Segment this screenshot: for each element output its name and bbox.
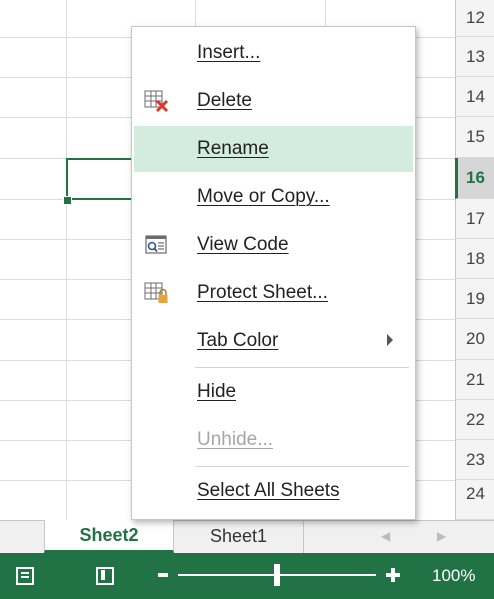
row-header[interactable]: 23 — [455, 440, 494, 480]
zoom-slider-thumb[interactable] — [274, 564, 280, 586]
menu-separator — [195, 466, 409, 467]
delete-sheet-icon — [144, 89, 170, 113]
zoom-in-icon-vertical[interactable] — [391, 568, 395, 582]
menu-item-label: Select All Sheets — [197, 480, 340, 501]
row-header-active[interactable]: 16 — [455, 158, 494, 199]
row-header[interactable]: 15 — [455, 117, 494, 158]
row-header[interactable]: 20 — [455, 319, 494, 360]
row-header[interactable]: 18 — [455, 239, 494, 279]
scroll-left-icon[interactable]: ◀ — [381, 529, 390, 543]
scroll-right-icon[interactable]: ▶ — [437, 529, 446, 543]
row-header[interactable]: 22 — [455, 400, 494, 440]
menu-item-label: Move or Copy... — [197, 186, 330, 207]
row-header[interactable]: 24 — [455, 480, 494, 520]
zoom-level[interactable]: 100% — [432, 566, 475, 586]
menu-item-unhide: Unhide... — [134, 417, 413, 463]
zoom-out-icon[interactable] — [158, 573, 168, 577]
view-code-icon — [144, 233, 170, 257]
menu-item-move-or-copy[interactable]: Move or Copy... — [134, 174, 413, 220]
submenu-arrow-icon — [387, 334, 393, 346]
column-line — [66, 0, 67, 520]
row-header[interactable]: 14 — [455, 77, 494, 117]
sheet-tab[interactable]: Sheet1 — [174, 520, 304, 553]
protect-sheet-icon — [144, 281, 170, 305]
row-header[interactable]: 21 — [455, 360, 494, 400]
fill-handle[interactable] — [63, 196, 72, 205]
row-header[interactable]: 19 — [455, 279, 494, 319]
menu-item-label: Rename — [197, 138, 269, 159]
menu-item-delete[interactable]: Delete — [134, 78, 413, 124]
menu-item-label: Hide — [197, 381, 237, 402]
status-bar: 100% — [0, 553, 494, 599]
menu-item-label: Insert... — [197, 42, 261, 63]
menu-item-view-code[interactable]: View Code — [134, 222, 413, 268]
row-header[interactable]: 12 — [455, 0, 494, 37]
menu-item-rename[interactable]: Rename — [134, 126, 413, 172]
normal-view-icon[interactable] — [16, 567, 34, 585]
menu-item-insert[interactable]: Insert... — [134, 30, 413, 76]
menu-item-label: View Code — [197, 234, 289, 255]
sheet-tab-active[interactable]: Sheet2 — [44, 520, 174, 553]
menu-item-label: Unhide... — [197, 429, 274, 450]
menu-item-tab-color[interactable]: Tab Color — [134, 318, 413, 364]
menu-separator — [195, 367, 409, 368]
sheet-tabs-bar: Sheet2 Sheet1 ◀ ▶ — [0, 520, 494, 553]
sheet-tab-context-menu: Insert... Delete Rename Move or Copy... — [131, 26, 416, 520]
menu-item-label: Delete — [197, 90, 252, 111]
menu-item-select-all-sheets[interactable]: Select All Sheets — [134, 468, 413, 514]
row-header[interactable]: 17 — [455, 199, 494, 239]
page-layout-view-icon[interactable] — [96, 567, 114, 585]
row-header[interactable]: 13 — [455, 37, 494, 77]
menu-item-label: Protect Sheet... — [197, 282, 328, 303]
menu-item-label: Tab Color — [197, 330, 279, 351]
menu-item-hide[interactable]: Hide — [134, 369, 413, 415]
menu-item-protect-sheet[interactable]: Protect Sheet... — [134, 270, 413, 316]
